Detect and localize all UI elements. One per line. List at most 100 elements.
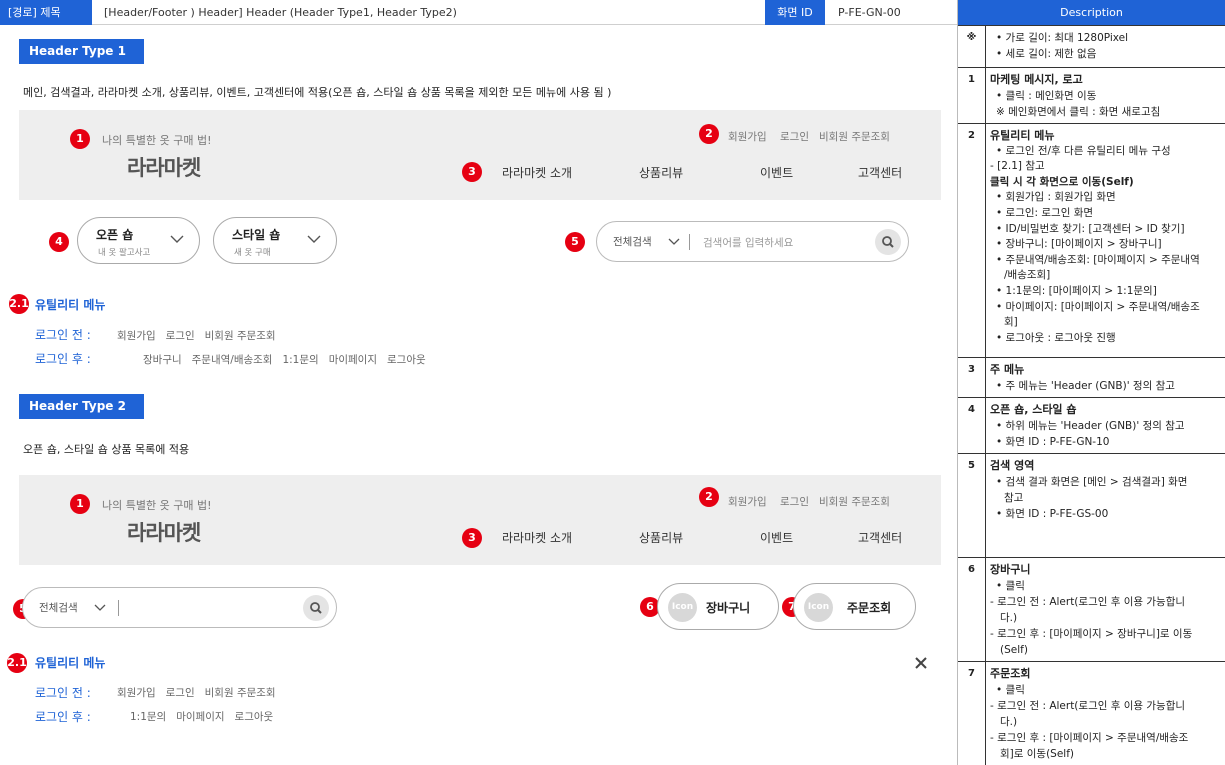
badge-3: 3 (462, 162, 482, 182)
section-desc-type1: 메인, 검색결과, 라라마켓 소개, 상품리뷰, 이벤트, 고객센터에 적용(오… (23, 86, 612, 99)
gnb-item-support[interactable]: 고객센터 (858, 529, 902, 546)
util-link-signup[interactable]: 회원가입 (728, 494, 767, 509)
search-input[interactable]: 검색어를 입력하세요 (703, 235, 793, 250)
desc-title: 오픈 숍, 스타일 숍 (990, 403, 1077, 416)
util-item-guest-order[interactable]: 비회원 주문조회 (205, 687, 276, 699)
util-item-inquiry[interactable]: 1:1문의 (282, 354, 318, 366)
order-lookup-button[interactable]: Icon 주문조회 (793, 583, 916, 630)
desc-line: - 로그인 전 : Alert(로그인 후 이용 가능합니 (990, 700, 1186, 712)
util-item-cart[interactable]: 장바구니 (143, 354, 182, 366)
badge-3: 3 (462, 528, 482, 548)
util-item-login[interactable]: 로그인 (166, 330, 195, 342)
desc-line: • 회원가입 : 회원가입 화면 (996, 191, 1116, 204)
desc-num: 2 (958, 124, 986, 357)
after-login-items: 1:1문의 마이페이지 로그아웃 (130, 709, 283, 724)
style-shop-button[interactable]: 스타일 숍 새 옷 구매 (213, 217, 337, 264)
path-label: [경로] 제목 (0, 0, 92, 25)
desc-body: 장바구니 • 클릭 - 로그인 전 : Alert(로그인 후 이용 가능합니 … (986, 558, 1225, 658)
desc-line: • 마이페이지: [마이페이지 > 주문내역/배송조 (996, 300, 1200, 313)
desc-line: - 로그인 전 : Alert(로그인 후 이용 가능합니 (990, 596, 1186, 608)
before-login-items: 회원가입 로그인 비회원 주문조회 (117, 328, 286, 343)
desc-line: • 로그아웃 : 로그아웃 진행 (996, 331, 1116, 344)
utility-menu-title: 유틸리티 메뉴 (35, 656, 106, 670)
desc-title: 유틸리티 메뉴 (990, 129, 1055, 142)
after-login-label: 로그인 후 : (35, 352, 91, 366)
badge-2: 2 (699, 487, 719, 507)
desc-num: 3 (958, 358, 986, 397)
screen-id-label: 화면 ID (765, 0, 825, 25)
util-item-order-history[interactable]: 주문내역/배송조회 (192, 354, 273, 366)
desc-line: 회] (1004, 316, 1018, 329)
desc-line: 참고 (1004, 492, 1024, 504)
util-link-signup[interactable]: 회원가입 (728, 129, 767, 144)
marketing-slogan[interactable]: 나의 특별한 옷 구매 법! (102, 497, 211, 513)
desc-title: 검색 영역 (990, 459, 1035, 472)
gnb-item-about[interactable]: 라라마켓 소개 (502, 164, 572, 181)
search-category-select[interactable]: 전체검색 (39, 600, 78, 615)
util-item-guest-order[interactable]: 비회원 주문조회 (205, 330, 276, 342)
util-link-guest-order[interactable]: 비회원 주문조회 (819, 129, 890, 144)
desc-num: ※ (958, 26, 986, 67)
cart-button[interactable]: Icon 장바구니 (657, 583, 779, 630)
open-shop-button[interactable]: 오픈 숍 내 옷 팔고사고 (77, 217, 200, 264)
description-header: Description (958, 0, 1225, 25)
search-button[interactable] (875, 229, 901, 255)
search-category-select[interactable]: 전체검색 (613, 234, 652, 249)
close-icon[interactable] (912, 654, 930, 672)
gnb-item-about[interactable]: 라라마켓 소개 (502, 529, 572, 546)
desc-line: • 가로 길이: 최대 1280Pixel (996, 32, 1129, 44)
chevron-down-icon[interactable] (667, 235, 681, 249)
gnb-item-review[interactable]: 상품리뷰 (639, 529, 683, 546)
marketing-slogan[interactable]: 나의 특별한 옷 구매 법! (102, 132, 211, 148)
logo[interactable]: 라라마켓 (127, 152, 201, 182)
desc-title: 마케팅 메시지, 로고 (990, 73, 1083, 86)
logo[interactable]: 라라마켓 (127, 517, 201, 547)
util-item-signup[interactable]: 회원가입 (117, 687, 156, 699)
util-item-logout[interactable]: 로그아웃 (235, 711, 274, 723)
desc-num: 1 (958, 68, 986, 123)
search-bar-type2: 전체검색 (22, 587, 337, 628)
order-icon: Icon (804, 593, 833, 622)
desc-body: • 가로 길이: 최대 1280Pixel • 세로 길이: 제한 없음 (986, 26, 1225, 62)
gnb-item-event[interactable]: 이벤트 (760, 164, 793, 181)
desc-line: • 클릭 (996, 684, 1025, 696)
screen-title: [Header/Footer ) Header] Header (Header … (104, 6, 457, 19)
desc-line: • 세로 길이: 제한 없음 (996, 48, 1097, 60)
desc-row-4: 4 오픈 숍, 스타일 숍 • 하위 메뉴는 'Header (GNB)' 정의… (958, 397, 1225, 453)
util-item-login[interactable]: 로그인 (166, 687, 195, 699)
desc-line: (Self) (1000, 644, 1028, 656)
util-item-logout[interactable]: 로그아웃 (387, 354, 426, 366)
gnb-item-event[interactable]: 이벤트 (760, 529, 793, 546)
order-label: 주문조회 (847, 601, 892, 615)
desc-line: - [2.1] 참고 (990, 160, 1045, 173)
before-login-label: 로그인 전 : (35, 686, 91, 700)
util-link-login[interactable]: 로그인 (780, 129, 809, 144)
desc-body: 주문조회 • 클릭 - 로그인 전 : Alert(로그인 후 이용 가능합니 … (986, 662, 1225, 762)
search-divider (118, 600, 119, 616)
gnb-item-review[interactable]: 상품리뷰 (639, 164, 683, 181)
search-divider (689, 234, 690, 250)
util-item-signup[interactable]: 회원가입 (117, 330, 156, 342)
desc-body: 오픈 숍, 스타일 숍 • 하위 메뉴는 'Header (GNB)' 정의 참… (986, 398, 1225, 450)
section-desc-type2: 오픈 숍, 스타일 숍 상품 목록에 적용 (23, 443, 190, 456)
util-item-inquiry[interactable]: 1:1문의 (130, 711, 166, 723)
search-button[interactable] (303, 595, 329, 621)
badge-2-1: 2.1 (9, 294, 29, 314)
desc-line: 다.) (1000, 612, 1018, 624)
util-item-mypage[interactable]: 마이페이지 (329, 354, 377, 366)
badge-2: 2 (699, 124, 719, 144)
desc-line: • 장바구니: [마이페이지 > 장바구니] (996, 238, 1162, 251)
chevron-down-icon (170, 235, 184, 243)
desc-num: 5 (958, 454, 986, 557)
desc-line: • ID/비밀번호 찾기: [고객센터 > ID 찾기] (996, 222, 1185, 235)
util-link-guest-order[interactable]: 비회원 주문조회 (819, 494, 890, 509)
desc-line: • 하위 메뉴는 'Header (GNB)' 정의 참고 (996, 420, 1185, 432)
desc-num: 6 (958, 558, 986, 661)
desc-line: - 로그인 후 : [마이페이지 > 장바구니]로 이동 (990, 628, 1193, 640)
chevron-down-icon[interactable] (93, 601, 107, 615)
util-item-mypage[interactable]: 마이페이지 (176, 711, 224, 723)
gnb-item-support[interactable]: 고객센터 (858, 164, 902, 181)
util-link-login[interactable]: 로그인 (780, 494, 809, 509)
desc-line: 회]로 이동(Self) (1000, 748, 1075, 760)
screen-id-value: P-FE-GN-00 (838, 6, 901, 19)
